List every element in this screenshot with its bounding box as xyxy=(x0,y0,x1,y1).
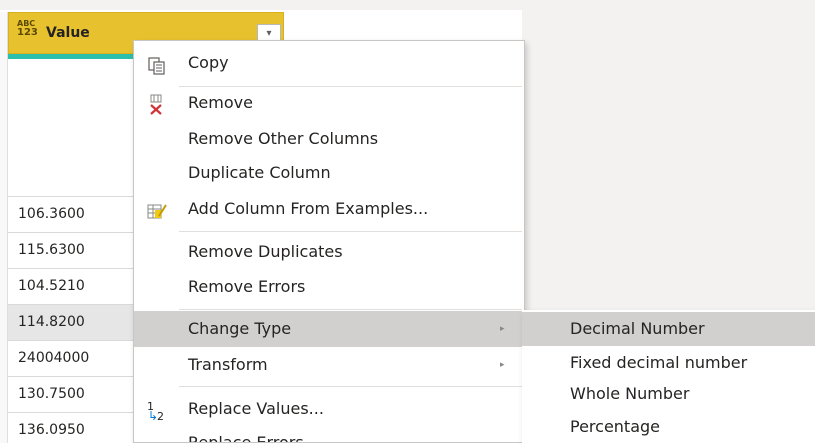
column-from-examples-icon xyxy=(146,199,168,219)
row-number-gutter xyxy=(0,12,8,443)
submenu-item-whole-number[interactable]: Whole Number xyxy=(522,377,815,411)
menu-item-replace-errors[interactable]: Replace Errors... xyxy=(134,425,524,442)
menu-item-remove-duplicates[interactable]: Remove Duplicates xyxy=(134,234,524,270)
empty-grid-area xyxy=(522,10,815,310)
menu-separator xyxy=(179,231,522,232)
table-row[interactable]: 130.7500 xyxy=(8,376,134,412)
menu-item-replace-values[interactable]: 1 ↳ 2 Replace Values... xyxy=(134,391,524,427)
column-rows: 106.3600 115.6300 104.5210 114.8200 2400… xyxy=(8,196,134,443)
menu-item-change-type[interactable]: Change Type ▸ xyxy=(134,311,524,347)
menu-item-duplicate-column[interactable]: Duplicate Column xyxy=(134,155,524,191)
column-title: Value xyxy=(46,25,90,41)
submenu-arrow-icon: ▸ xyxy=(500,360,505,370)
menu-separator xyxy=(179,309,522,310)
menu-item-transform[interactable]: Transform ▸ xyxy=(134,347,524,383)
column-context-menu: Copy Remove Remove Other Columns Duplica… xyxy=(133,40,525,443)
any-type-icon[interactable]: ABC 123 xyxy=(17,19,39,38)
menu-item-remove-errors[interactable]: Remove Errors xyxy=(134,269,524,305)
replace-values-icon: 1 ↳ 2 xyxy=(147,400,164,423)
table-row[interactable]: 104.5210 xyxy=(8,268,134,304)
submenu-item-percentage[interactable]: Percentage xyxy=(522,410,815,443)
submenu-item-fixed-decimal-number[interactable]: Fixed decimal number xyxy=(522,346,815,380)
remove-column-icon xyxy=(146,93,168,115)
submenu-item-decimal-number[interactable]: Decimal Number xyxy=(522,312,815,346)
table-row[interactable]: 114.8200 xyxy=(8,304,134,340)
menu-separator xyxy=(179,386,522,387)
table-row[interactable]: 24004000 xyxy=(8,340,134,376)
menu-item-add-column-from-examples[interactable]: Add Column From Examples... xyxy=(134,191,524,227)
table-row[interactable]: 106.3600 xyxy=(8,196,134,232)
menu-item-remove-other-columns[interactable]: Remove Other Columns xyxy=(134,121,524,157)
copy-icon xyxy=(146,53,168,75)
menu-item-copy[interactable]: Copy xyxy=(134,45,524,81)
column-profile-area xyxy=(8,59,134,196)
submenu-arrow-icon: ▸ xyxy=(500,324,505,334)
table-row[interactable]: 136.0950 xyxy=(8,412,134,443)
table-row[interactable]: 115.6300 xyxy=(8,232,134,268)
top-toolbar-strip xyxy=(0,0,815,10)
change-type-submenu: Decimal Number Fixed decimal number Whol… xyxy=(522,310,815,443)
menu-item-remove[interactable]: Remove xyxy=(134,85,524,121)
